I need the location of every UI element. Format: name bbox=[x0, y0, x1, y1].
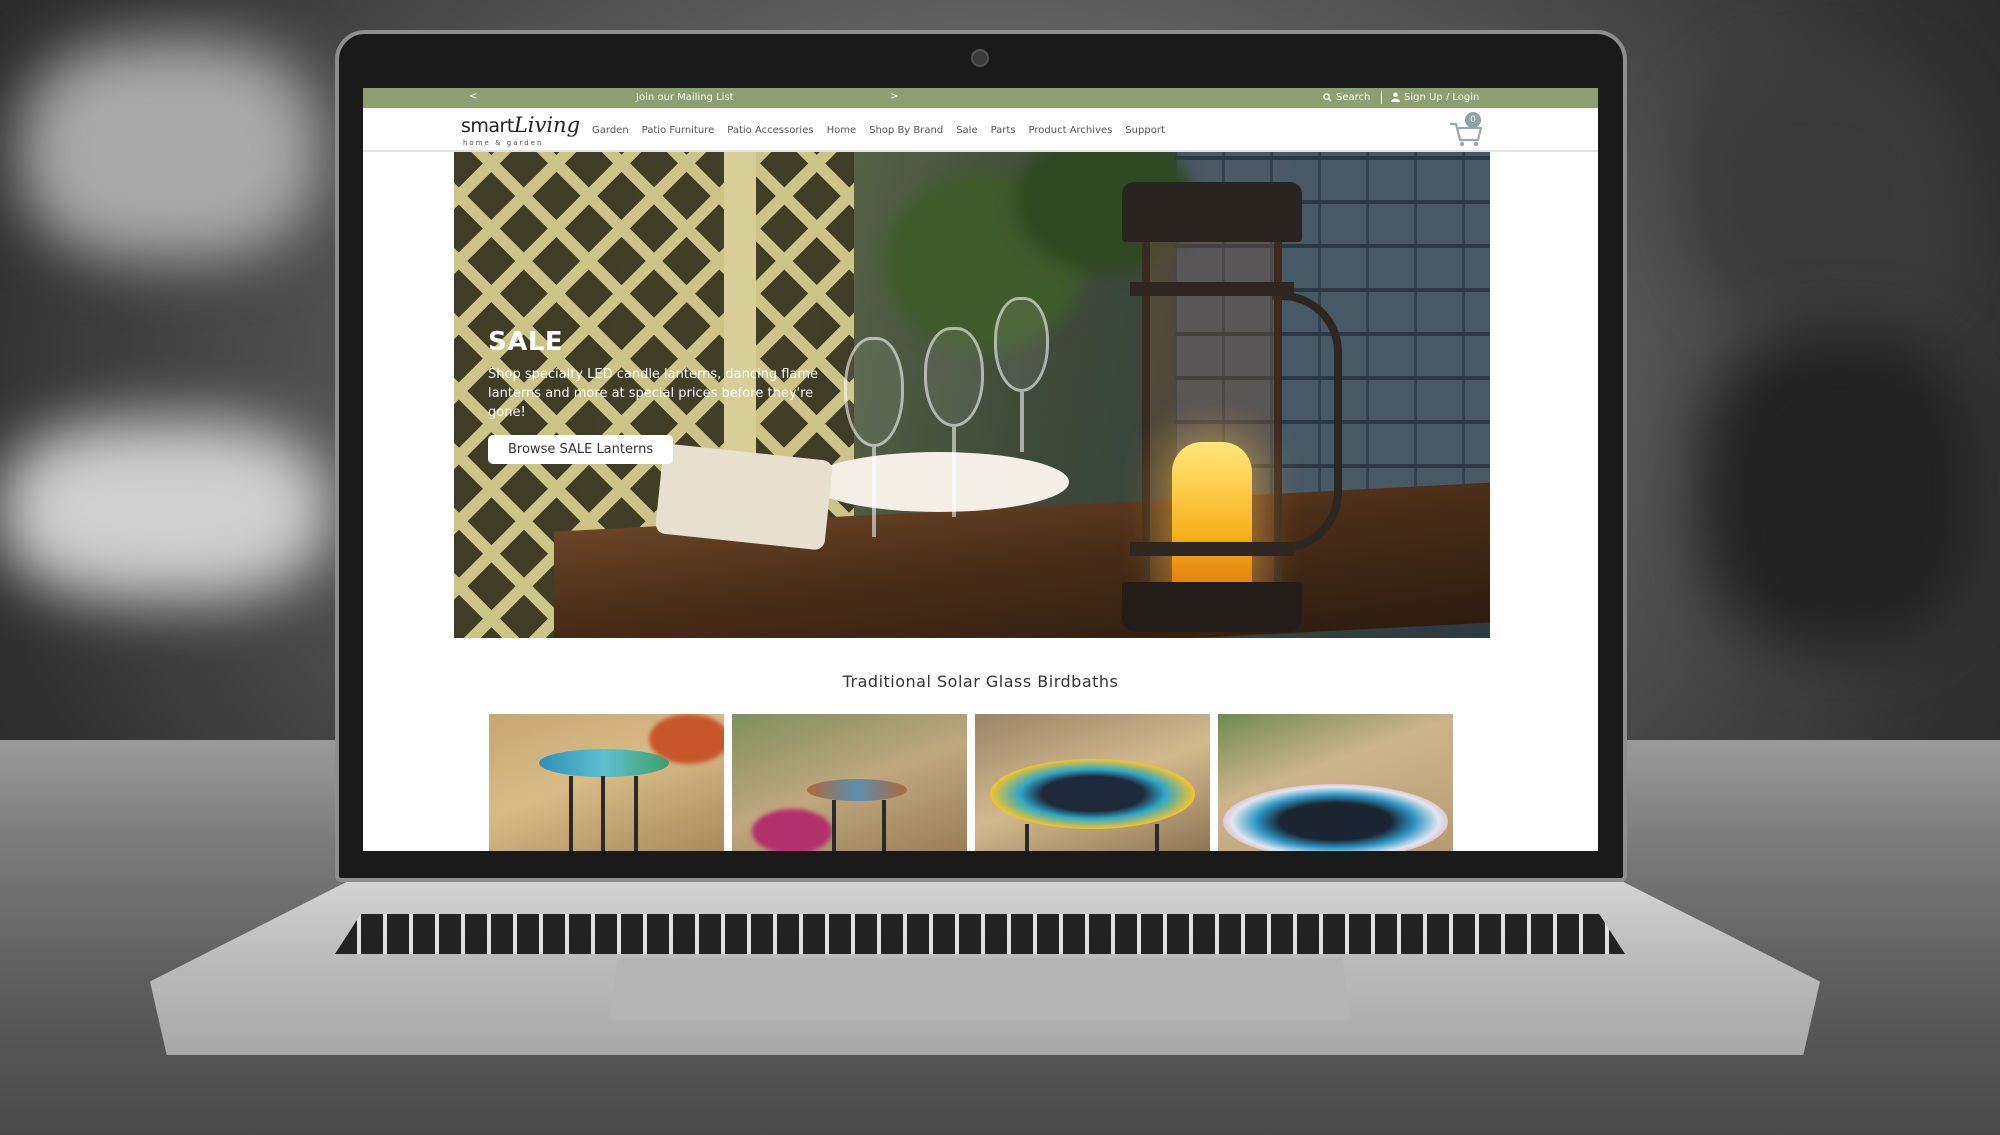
main-navbar: smartLiving home & garden Garden Patio F… bbox=[363, 108, 1598, 152]
nav-item-sale[interactable]: Sale bbox=[956, 125, 977, 136]
lantern-ring bbox=[1130, 282, 1294, 296]
next-announcement-arrow[interactable]: > bbox=[890, 91, 898, 102]
lantern-candle bbox=[1172, 442, 1252, 592]
birdbath-leg bbox=[569, 776, 573, 851]
birdbath-leg bbox=[882, 800, 886, 851]
hero-description: Shop specialty LED candle lanterns, danc… bbox=[488, 367, 819, 420]
hero-title: SALE bbox=[488, 327, 564, 357]
hero-banner: SALE Shop specialty LED candle lanterns,… bbox=[454, 152, 1490, 638]
laptop-keyboard bbox=[335, 914, 1625, 954]
logo-script: Living bbox=[513, 113, 581, 137]
birdbath-leg bbox=[832, 800, 836, 851]
product-card[interactable] bbox=[1218, 714, 1453, 851]
signup-login-link[interactable]: Sign Up / Login bbox=[1391, 92, 1479, 103]
nav-item-shop-by-brand[interactable]: Shop By Brand bbox=[869, 125, 943, 136]
search-label: Search bbox=[1336, 92, 1371, 103]
section-title: Traditional Solar Glass Birdbaths bbox=[842, 672, 1119, 691]
birdbath-leg bbox=[634, 776, 638, 851]
search-icon bbox=[1323, 92, 1332, 102]
user-icon bbox=[1391, 92, 1400, 102]
browser-screen: < Join our Mailing List > Search Sign Up… bbox=[363, 88, 1598, 851]
birdbath-bowl bbox=[1223, 784, 1448, 851]
signup-login-label: Sign Up / Login bbox=[1404, 92, 1480, 103]
laptop-trackpad bbox=[610, 958, 1350, 1020]
background-blur bbox=[1690, 60, 1950, 320]
hero-glass-stem bbox=[872, 447, 876, 537]
background-blur bbox=[0, 420, 330, 600]
birdbath-leg bbox=[1155, 824, 1159, 851]
prev-announcement-arrow[interactable]: < bbox=[469, 91, 477, 102]
nav-item-patio-accessories[interactable]: Patio Accessories bbox=[727, 125, 813, 136]
lantern-ring bbox=[1130, 542, 1294, 556]
nav-menu: Garden Patio Furniture Patio Accessories… bbox=[592, 125, 1165, 136]
nav-item-product-archives[interactable]: Product Archives bbox=[1029, 125, 1113, 136]
hero-glass-stem bbox=[952, 427, 956, 517]
browse-sale-lanterns-button[interactable]: Browse SALE Lanterns bbox=[488, 435, 674, 464]
nav-item-garden[interactable]: Garden bbox=[592, 125, 629, 136]
cart-count-badge: 0 bbox=[1465, 112, 1481, 128]
lantern-base bbox=[1122, 582, 1302, 632]
birdbath-bowl bbox=[990, 759, 1195, 829]
smart-living-logo[interactable]: smartLiving home & garden bbox=[461, 113, 581, 147]
webcam-icon bbox=[971, 49, 989, 67]
lantern-handle bbox=[1272, 292, 1342, 552]
product-grid bbox=[489, 714, 1453, 851]
hero-plates bbox=[809, 452, 1069, 512]
nav-item-support[interactable]: Support bbox=[1125, 125, 1165, 136]
announcement-bar: < Join our Mailing List > Search Sign Up… bbox=[363, 88, 1598, 108]
birdbath-bowl bbox=[539, 749, 669, 777]
search-link[interactable]: Search bbox=[1323, 92, 1370, 103]
background-blur bbox=[20, 40, 320, 260]
product-card[interactable] bbox=[732, 714, 967, 851]
logo-word: smart bbox=[461, 115, 514, 137]
hero-lantern bbox=[1122, 182, 1342, 632]
nav-item-home[interactable]: Home bbox=[827, 125, 857, 136]
hero-wine-glass bbox=[994, 297, 1049, 392]
birdbath-bowl bbox=[807, 779, 907, 801]
topbar-divider bbox=[1381, 91, 1382, 104]
product-card[interactable] bbox=[489, 714, 724, 851]
logo-tagline: home & garden bbox=[463, 139, 544, 147]
birdbath-leg bbox=[1025, 824, 1029, 851]
hero-wine-glass bbox=[924, 327, 984, 427]
lantern-cap bbox=[1122, 182, 1302, 242]
nav-item-patio-furniture[interactable]: Patio Furniture bbox=[642, 125, 715, 136]
hero-glass-stem bbox=[1020, 392, 1024, 452]
background-blur bbox=[1700, 330, 1980, 650]
product-flowers bbox=[752, 809, 832, 851]
mailing-list-link[interactable]: Join our Mailing List bbox=[636, 92, 734, 103]
birdbath-leg bbox=[601, 776, 605, 851]
product-card[interactable] bbox=[975, 714, 1210, 851]
nav-item-parts[interactable]: Parts bbox=[991, 125, 1016, 136]
hero-wine-glass bbox=[844, 337, 904, 447]
hero-text-block: SALE Shop specialty LED candle lanterns,… bbox=[488, 327, 848, 464]
